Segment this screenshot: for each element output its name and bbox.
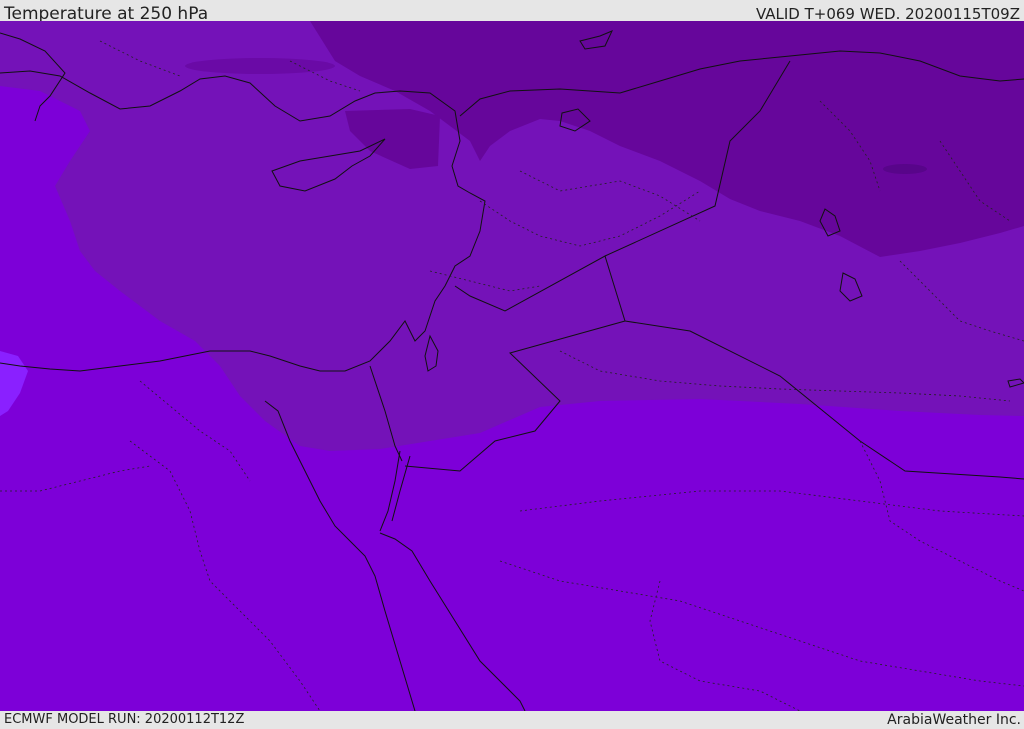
model-run-label: ECMWF MODEL RUN: 20200112T12Z [4, 712, 245, 727]
cold-spot-east [883, 164, 927, 174]
header-bar: Temperature at 250 hPa VALID T+069 WED. … [0, 0, 1024, 24]
cold-streak-north [185, 58, 335, 74]
credit-label: ArabiaWeather Inc. [887, 712, 1021, 728]
temperature-map[interactable] [0, 21, 1024, 711]
footer-bar: ECMWF MODEL RUN: 20200112T12Z ArabiaWeat… [0, 711, 1024, 729]
